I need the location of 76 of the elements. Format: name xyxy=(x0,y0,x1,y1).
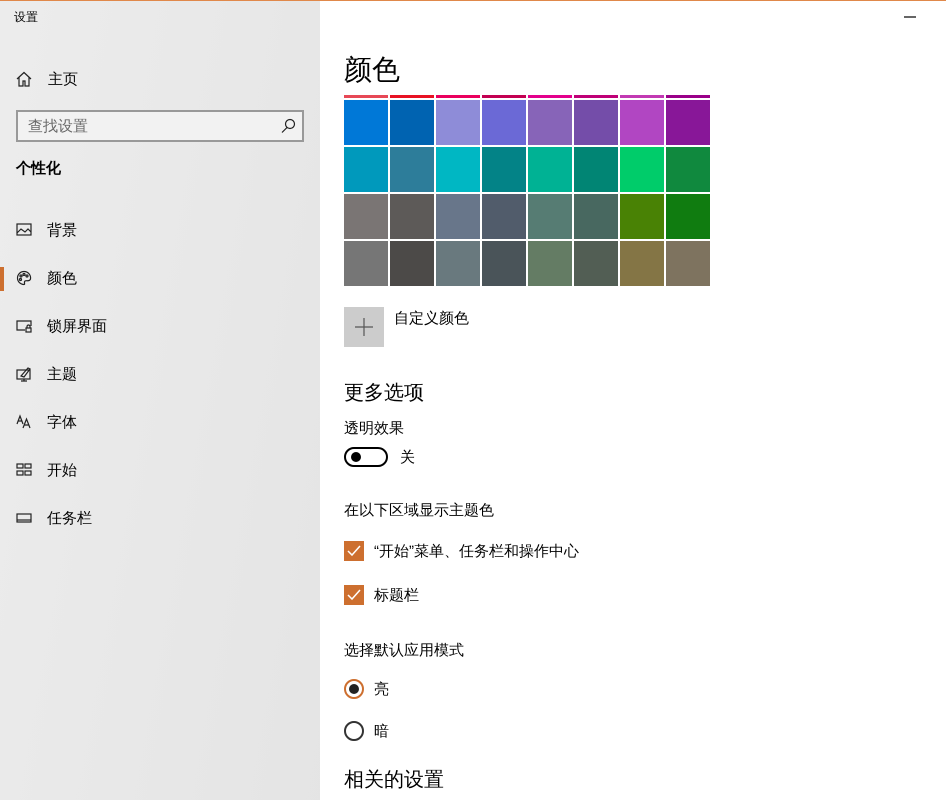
window-title: 设置 xyxy=(14,9,39,26)
nav-item[interactable]: 锁屏界面 xyxy=(0,302,320,350)
color-swatch[interactable] xyxy=(436,194,480,239)
toggle-state: 关 xyxy=(400,448,415,466)
tiles-icon xyxy=(16,462,32,478)
color-swatch[interactable] xyxy=(620,100,664,145)
color-swatch[interactable] xyxy=(528,194,572,239)
brush-monitor-icon xyxy=(16,366,32,382)
color-swatch[interactable] xyxy=(528,95,572,98)
color-swatch[interactable] xyxy=(344,194,388,239)
color-swatch[interactable] xyxy=(436,241,480,286)
home-icon xyxy=(16,71,32,87)
setting-label: 选择默认应用模式 xyxy=(344,641,464,661)
picture-icon xyxy=(16,222,32,238)
color-swatch[interactable] xyxy=(390,100,434,145)
color-swatch[interactable] xyxy=(482,241,526,286)
color-swatch[interactable] xyxy=(666,147,710,192)
check-icon xyxy=(347,589,361,601)
color-swatch[interactable] xyxy=(482,95,526,98)
color-swatch[interactable] xyxy=(436,147,480,192)
color-swatch[interactable] xyxy=(344,241,388,286)
color-swatch[interactable] xyxy=(482,147,526,192)
lock-screen-icon xyxy=(16,318,32,334)
color-swatch[interactable] xyxy=(436,95,480,98)
radio-button[interactable]: 亮 xyxy=(344,673,389,705)
color-swatch[interactable] xyxy=(390,194,434,239)
section-heading: 更多选项 xyxy=(344,381,424,406)
nav-item[interactable]: 字体 xyxy=(0,398,320,446)
nav-item[interactable]: 背景 xyxy=(0,206,320,254)
color-swatch[interactable] xyxy=(344,147,388,192)
color-swatch[interactable] xyxy=(528,100,572,145)
nav-item[interactable]: 主题 xyxy=(0,350,320,398)
radio-button[interactable]: 暗 xyxy=(344,715,389,747)
color-swatch[interactable] xyxy=(574,100,618,145)
color-swatch[interactable] xyxy=(574,241,618,286)
color-swatch[interactable] xyxy=(620,95,664,98)
custom-color-button[interactable]: 自定义颜色 xyxy=(344,307,469,347)
color-swatch[interactable] xyxy=(390,95,434,98)
color-swatch[interactable] xyxy=(574,194,618,239)
color-swatch[interactable] xyxy=(528,147,572,192)
nav-item[interactable]: 颜色 xyxy=(0,254,320,302)
color-swatch[interactable] xyxy=(436,100,480,145)
checkbox[interactable]: “开始”菜单、任务栏和操作中心 xyxy=(344,535,579,567)
color-swatch[interactable] xyxy=(666,100,710,145)
section-heading: 相关的设置 xyxy=(344,768,444,793)
checkbox[interactable]: 标题栏 xyxy=(344,579,419,611)
search-icon xyxy=(280,118,296,134)
setting-label: 透明效果 xyxy=(344,419,404,439)
section-heading: 个性化 xyxy=(16,159,61,179)
color-swatch[interactable] xyxy=(620,147,664,192)
color-swatch[interactable] xyxy=(482,194,526,239)
color-swatch[interactable] xyxy=(482,100,526,145)
nav-item[interactable]: 开始 xyxy=(0,446,320,494)
toggle-switch[interactable] xyxy=(344,447,388,467)
color-swatch[interactable] xyxy=(574,95,618,98)
page-title: 颜色 xyxy=(344,53,400,87)
search-field[interactable]: 查找设置 xyxy=(16,110,304,142)
color-swatch[interactable] xyxy=(390,147,434,192)
color-swatch[interactable] xyxy=(344,100,388,145)
color-swatch[interactable] xyxy=(666,95,710,98)
color-swatch[interactable] xyxy=(666,241,710,286)
setting-label: 在以下区域显示主题色 xyxy=(344,501,494,521)
minimize-icon xyxy=(904,16,916,18)
plus-icon xyxy=(355,318,373,336)
color-swatch[interactable] xyxy=(666,194,710,239)
font-icon xyxy=(16,414,32,430)
check-icon xyxy=(347,545,361,557)
color-swatch[interactable] xyxy=(620,194,664,239)
color-swatch[interactable] xyxy=(344,95,388,98)
palette-icon xyxy=(16,270,32,286)
home-link[interactable]: 主页 xyxy=(16,65,78,93)
color-swatch[interactable] xyxy=(620,241,664,286)
color-swatch[interactable] xyxy=(528,241,572,286)
color-swatch[interactable] xyxy=(574,147,618,192)
color-swatch[interactable] xyxy=(390,241,434,286)
nav-item[interactable]: 任务栏 xyxy=(0,494,320,542)
